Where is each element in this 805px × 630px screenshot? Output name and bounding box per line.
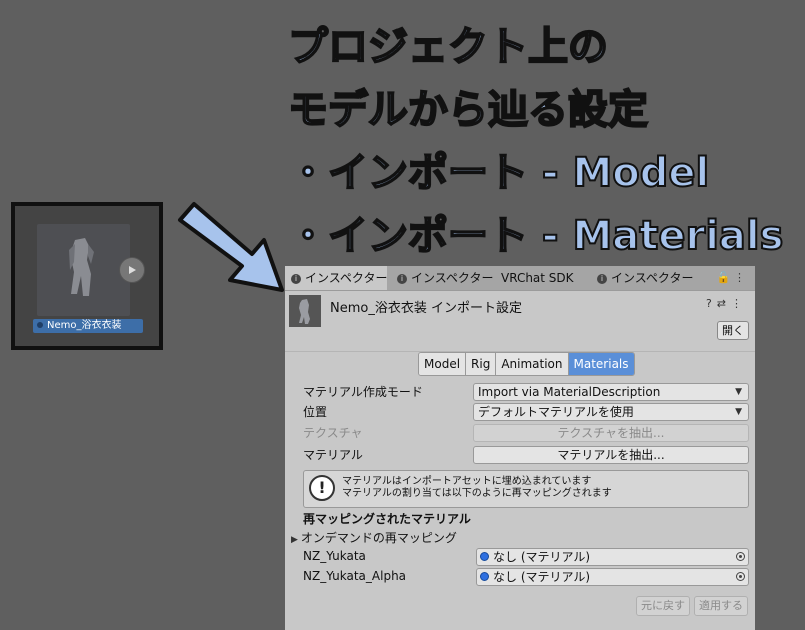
materials-label: マテリアル	[303, 448, 363, 462]
foldout-arrow-icon: ▶	[291, 535, 298, 545]
dropdown-value: Import via MaterialDescription	[478, 385, 661, 399]
tab-inspector-1[interactable]: i インスペクター	[285, 266, 387, 290]
extract-textures-button[interactable]: テクスチャを抽出...	[473, 424, 749, 442]
tab-label: VRChat SDK	[501, 271, 574, 285]
callout-line-2: モデルから辿る設定	[287, 86, 649, 134]
asset-name-label[interactable]: Nemo_浴衣衣装	[33, 319, 143, 333]
info-icon: i	[291, 273, 301, 284]
open-button[interactable]: 開く	[717, 321, 749, 340]
dropdown-caret-icon: ▼	[735, 387, 742, 397]
revert-button[interactable]: 元に戻す	[636, 596, 690, 616]
asset-thumbnail[interactable]	[37, 224, 130, 316]
project-asset-frame: Nemo_浴衣衣装	[11, 202, 163, 350]
subtab-rig[interactable]: Rig	[466, 353, 497, 375]
materials-row: マテリアル マテリアルを抽出...	[303, 446, 749, 464]
tab-label: インスペクター	[411, 271, 494, 285]
model-figure-icon	[299, 299, 310, 324]
dropdown-caret-icon: ▼	[735, 407, 742, 417]
object-picker-icon[interactable]	[736, 572, 745, 581]
preset-icon[interactable]: ⇄	[717, 297, 731, 310]
info-icon: i	[397, 273, 407, 284]
location-dropdown[interactable]: デフォルトマテリアルを使用 ▼	[473, 403, 749, 421]
import-subtabs: Model Rig Animation Materials	[418, 352, 635, 376]
remapped-materials-header: 再マッピングされたマテリアル	[303, 512, 471, 526]
model-figure-icon	[69, 238, 94, 296]
asset-name: Nemo_浴衣衣装	[47, 320, 122, 331]
apply-button[interactable]: 適用する	[694, 596, 748, 616]
textures-row: テクスチャ テクスチャを抽出...	[303, 424, 749, 442]
callout-text: プロジェクト上の モデルから辿る設定 ・インポート - Model ・インポート…	[287, 16, 784, 268]
tab-vrchat-sdk[interactable]: VRChat SDK	[501, 266, 574, 290]
callout-line-3: ・インポート - Model	[287, 149, 710, 197]
inspector-tabbar: i インスペクター i インスペクター VRChat SDK i インスペクター 🔓 …	[285, 266, 755, 291]
object-field-value: なし (マテリアル)	[493, 570, 591, 584]
tab-label: インスペクター	[305, 271, 388, 285]
foldout-label: オンデマンドの再マッピング	[300, 531, 457, 545]
info-icon: i	[597, 273, 607, 284]
material-object-field[interactable]: なし (マテリアル)	[476, 568, 749, 586]
import-settings-title: Nemo_浴衣衣装 インポート設定	[330, 301, 522, 316]
tab-inspector-2[interactable]: i インスペクター	[397, 266, 493, 290]
more-menu-icon[interactable]: ⋮	[734, 271, 745, 284]
warning-icon: !	[309, 475, 335, 501]
subtab-animation[interactable]: Animation	[496, 353, 569, 375]
material-object-field[interactable]: なし (マテリアル)	[476, 548, 749, 566]
object-picker-icon[interactable]	[736, 552, 745, 561]
material-creation-mode-label: マテリアル作成モード	[303, 385, 423, 399]
asset-preview-thumb	[289, 295, 321, 327]
tab-controls: 🔓 ⋮	[717, 271, 745, 284]
inspector-panel: i インスペクター i インスペクター VRChat SDK i インスペクター 🔓 …	[285, 266, 755, 630]
location-row: 位置 デフォルトマテリアルを使用 ▼	[303, 403, 749, 421]
helpbox-line-2: マテリアルの割り当ては以下のように再マッピングされます	[342, 488, 612, 499]
material-creation-mode-row: マテリアル作成モード Import via MaterialDescriptio…	[303, 383, 749, 401]
extract-materials-button[interactable]: マテリアルを抽出...	[473, 446, 749, 464]
tab-label: インスペクター	[611, 271, 694, 285]
prefab-icon	[37, 322, 43, 328]
material-sphere-icon	[480, 572, 489, 581]
lock-icon[interactable]: 🔓	[717, 271, 731, 284]
inspector-header: Nemo_浴衣衣装 インポート設定 ?⇄⋮ 開く	[285, 291, 755, 352]
tab-inspector-3[interactable]: i インスペクター	[597, 266, 693, 290]
callout-line-4: ・インポート - Materials	[287, 212, 784, 260]
material-creation-mode-dropdown[interactable]: Import via MaterialDescription ▼	[473, 383, 749, 401]
header-icons: ?⇄⋮	[706, 297, 747, 310]
play-icon	[129, 266, 136, 274]
material-sphere-icon	[480, 552, 489, 561]
on-demand-remap-foldout[interactable]: ▶ オンデマンドの再マッピング	[291, 529, 457, 549]
helpbox-text: マテリアルはインポートアセットに埋め込まれています マテリアルの割り当ては以下の…	[342, 476, 612, 500]
helpbox-line-1: マテリアルはインポートアセットに埋め込まれています	[342, 476, 592, 487]
remap-name: NZ_Yukata	[303, 549, 366, 563]
dropdown-value: デフォルトマテリアルを使用	[478, 405, 634, 419]
pointer-arrow-icon	[178, 202, 284, 292]
object-field-value: なし (マテリアル)	[493, 550, 591, 564]
subtab-materials[interactable]: Materials	[568, 353, 634, 375]
more-menu-icon[interactable]: ⋮	[731, 297, 747, 310]
remap-name: NZ_Yukata_Alpha	[303, 569, 407, 583]
subtab-model[interactable]: Model	[419, 353, 467, 375]
callout-line-1: プロジェクト上の	[287, 23, 609, 71]
expand-play-button[interactable]	[119, 257, 145, 283]
info-helpbox: ! マテリアルはインポートアセットに埋め込まれています マテリアルの割り当ては以…	[303, 470, 749, 508]
textures-label: テクスチャ	[303, 426, 363, 440]
location-label: 位置	[303, 405, 328, 419]
help-icon[interactable]: ?	[706, 297, 717, 310]
